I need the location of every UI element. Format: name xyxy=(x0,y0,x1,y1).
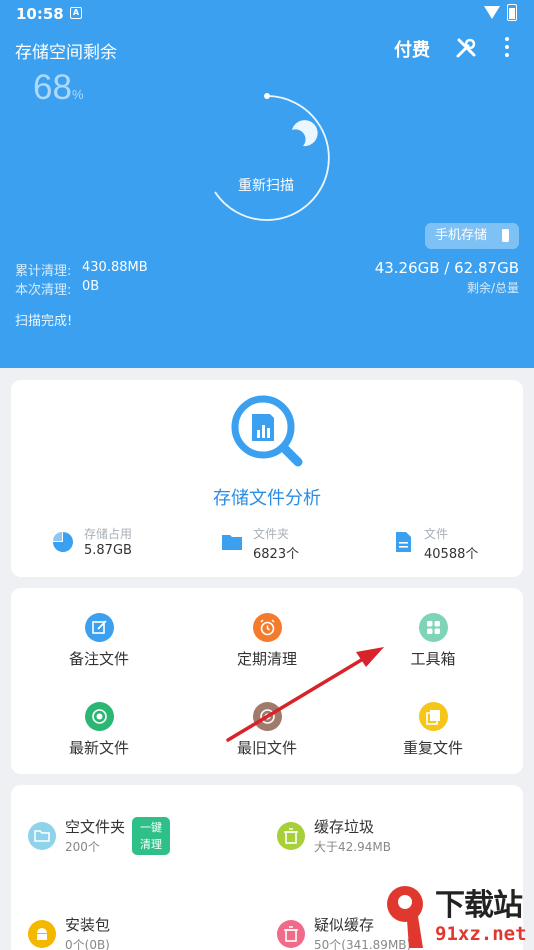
wifi-icon xyxy=(484,6,500,19)
page-title: 存储空间剩余 xyxy=(15,43,117,63)
grid-item-duplicate-files[interactable]: 重复文件 xyxy=(373,702,493,758)
grid-item-oldest-files[interactable]: 最旧文件 xyxy=(207,702,327,758)
stat-label: 存储占用 xyxy=(84,527,133,541)
scan-status: 扫描完成! xyxy=(15,314,73,329)
folder-icon xyxy=(222,535,242,550)
list-item-sub: 200个 xyxy=(65,840,100,854)
new-file-icon xyxy=(84,702,114,731)
stat-value: 5.87GB xyxy=(84,543,132,558)
grid-item-label: 备注文件 xyxy=(68,650,129,668)
storage-analysis-card[interactable]: 存储文件分析 存储占用 5.87GB 文件夹 6823个 文件 40588个 xyxy=(11,380,523,577)
grid-item-toolbox[interactable]: 工具箱 xyxy=(373,613,493,669)
grid-item-label: 最旧文件 xyxy=(236,739,297,757)
stat-label: 文件 xyxy=(424,527,449,541)
tools-card: 备注文件 定期清理 工具箱 最新文件 最旧文件 重复文件 xyxy=(11,588,523,774)
empty-folder-icon xyxy=(28,822,56,850)
total-cleaned-value: 430.88MB xyxy=(82,260,148,275)
watermark-text: 下载站 xyxy=(435,888,523,923)
storage-value: 43.26GB / 62.87GB xyxy=(374,259,519,277)
alarm-clock-icon xyxy=(252,613,282,642)
toolbox-grid-icon xyxy=(418,613,448,642)
android-icon xyxy=(28,920,56,948)
this-cleaned-value: 0B xyxy=(82,279,100,294)
notification-icon: A xyxy=(70,7,82,19)
storage-analysis-title[interactable]: 存储文件分析 xyxy=(11,484,523,510)
site-watermark: 下载站 91xz.net xyxy=(383,880,534,950)
old-file-icon xyxy=(252,702,282,731)
list-item-sub: 大于42.94MB xyxy=(314,840,391,854)
battery-icon xyxy=(507,4,517,21)
watermark-url: 91xz.net xyxy=(435,923,527,945)
trash-suspect-icon xyxy=(277,920,305,948)
duplicate-file-icon xyxy=(418,702,448,731)
storage-analysis-icon xyxy=(231,395,303,467)
percent-value: 68 xyxy=(33,68,72,107)
pay-button[interactable]: 付费 xyxy=(394,36,430,62)
list-item-title: 空文件夹 xyxy=(65,818,126,836)
scan-ring xyxy=(214,93,330,221)
rescan-button[interactable]: 重新扫描 xyxy=(200,175,332,195)
stat-label: 文件夹 xyxy=(253,527,290,541)
grid-item-label: 定期清理 xyxy=(236,650,297,668)
stat-value: 40588个 xyxy=(424,547,479,562)
edit-note-icon xyxy=(84,613,114,642)
remaining-percent: 68% xyxy=(33,68,84,108)
list-item-title: 缓存垃圾 xyxy=(314,818,375,836)
this-cleaned-label: 本次清理: xyxy=(15,283,72,298)
file-icon xyxy=(396,532,411,552)
grid-item-scheduled-clean[interactable]: 定期清理 xyxy=(207,613,327,669)
phone-storage-label: 手机存储 xyxy=(435,228,488,243)
phone-icon xyxy=(502,229,509,242)
list-item-title: 疑似缓存 xyxy=(314,916,375,934)
clean-button-line2: 清理 xyxy=(140,838,162,851)
more-icon[interactable] xyxy=(498,37,516,61)
grid-item-label: 工具箱 xyxy=(410,650,456,668)
phone-storage-button[interactable]: 手机存储 xyxy=(425,223,519,249)
one-click-clean-button[interactable]: 一键 清理 xyxy=(132,817,170,855)
watermark-logo-icon xyxy=(387,886,423,948)
pie-chart-icon xyxy=(53,532,73,552)
total-cleaned-label: 累计清理: xyxy=(15,264,72,279)
storage-header: 10:58 A 存储空间剩余 付费 68% 重新扫描 手机存储 累计清理: 43… xyxy=(0,0,534,368)
trash-icon xyxy=(277,822,305,850)
percent-unit: % xyxy=(71,87,84,102)
status-bar: 10:58 A xyxy=(0,0,534,28)
grid-item-label: 最新文件 xyxy=(68,739,129,757)
grid-item-notes[interactable]: 备注文件 xyxy=(39,613,159,669)
list-item-title: 安装包 xyxy=(65,916,111,934)
list-item-sub: 0个(0B) xyxy=(65,938,110,950)
storage-sub-label: 剩余/总量 xyxy=(466,281,519,295)
clean-button-line1: 一键 xyxy=(140,821,162,834)
grid-item-newest-files[interactable]: 最新文件 xyxy=(39,702,159,758)
stat-value: 6823个 xyxy=(253,547,300,562)
status-time: 10:58 xyxy=(16,5,64,23)
grid-item-label: 重复文件 xyxy=(402,739,463,757)
tools-icon[interactable] xyxy=(455,37,477,59)
